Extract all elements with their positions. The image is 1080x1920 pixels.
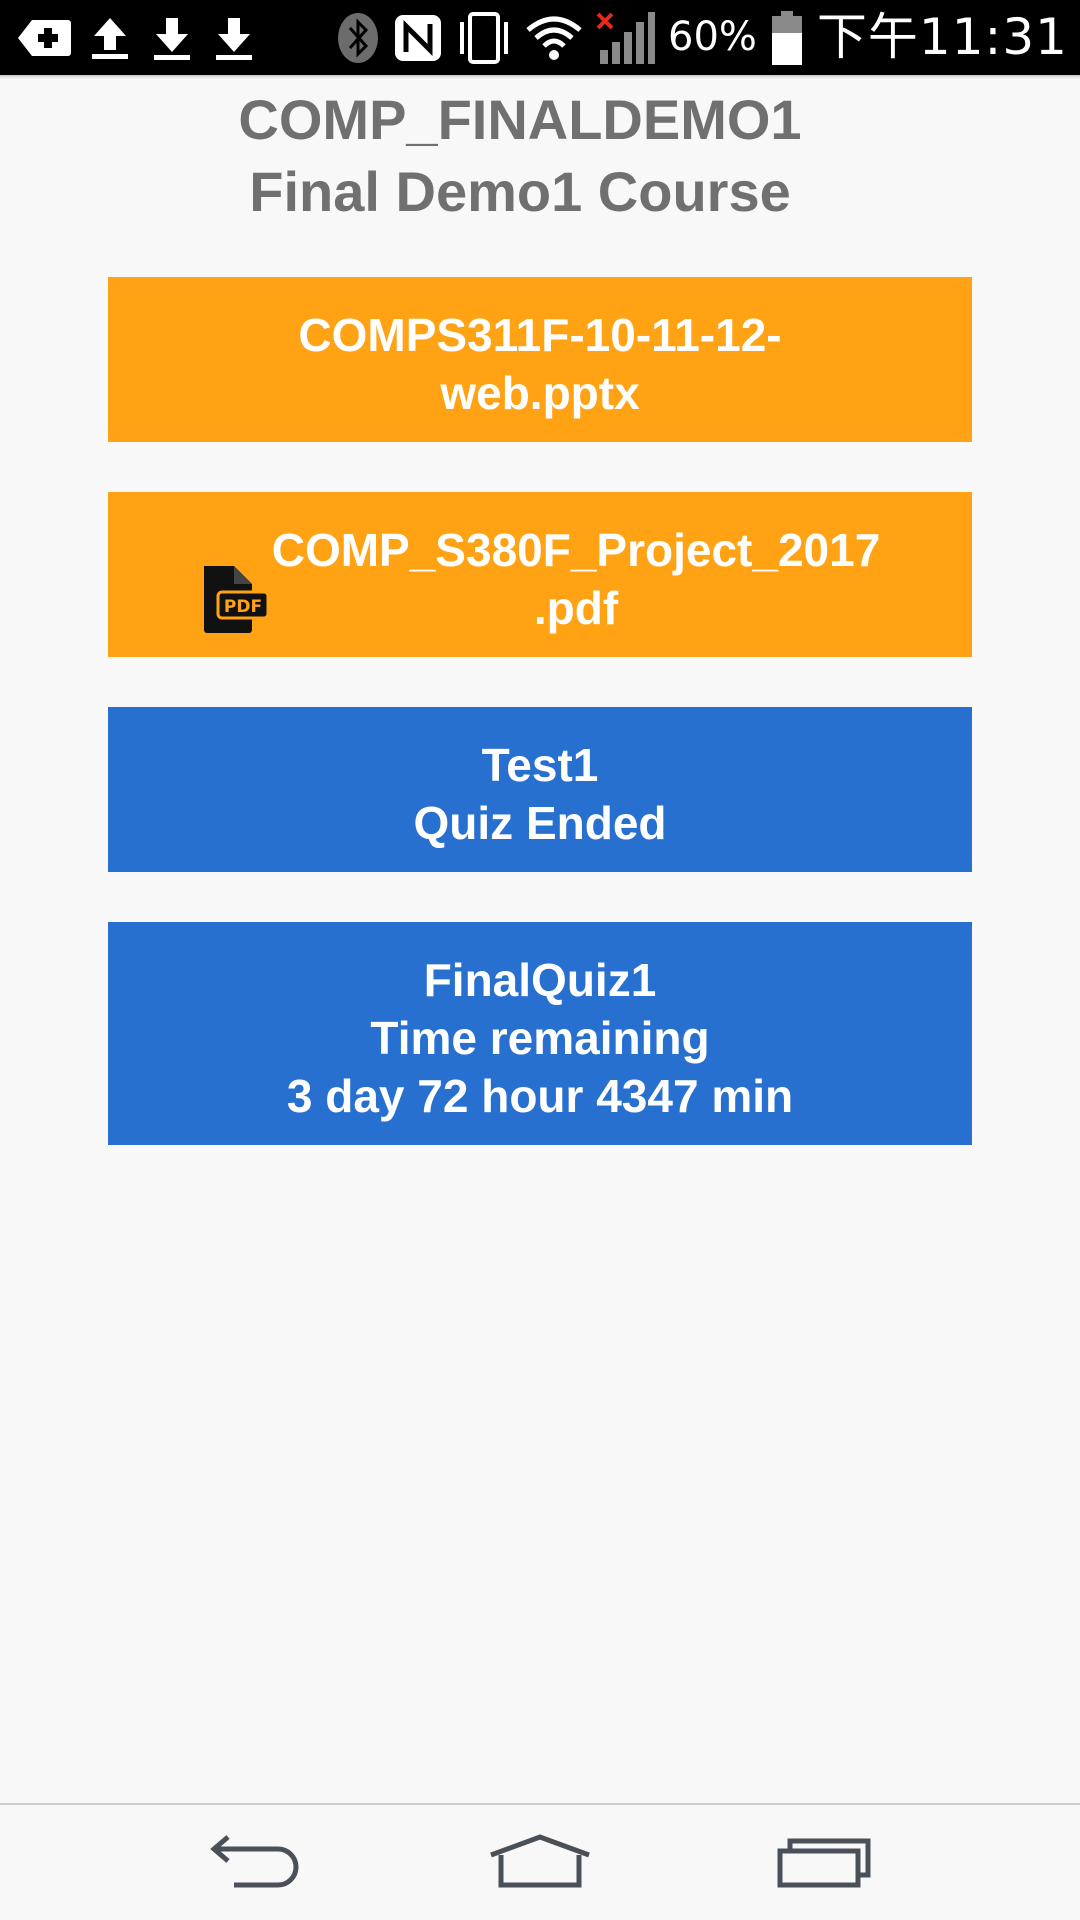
vibrate-icon <box>456 0 512 75</box>
quiz-time-remaining: 3 day 72 hour 4347 min <box>286 1069 794 1122</box>
file-name-line2: .pdf <box>533 581 619 634</box>
back-button[interactable] <box>166 1805 346 1920</box>
quiz-title: FinalQuiz1 <box>423 953 657 1006</box>
home-button[interactable] <box>450 1805 630 1920</box>
file-name-line2: web.pptx <box>440 366 640 419</box>
file-item-pptx[interactable]: COMPS311F-10-11-12- web.pptx <box>108 277 972 442</box>
home-icon <box>490 1833 590 1887</box>
download-icon <box>148 0 196 75</box>
download-icon <box>210 0 258 75</box>
course-name: Final Demo1 Course <box>249 160 791 223</box>
pdf-file-icon: PDF <box>203 565 270 633</box>
status-bar: 60% 下午11:31 <box>0 0 1080 75</box>
nfc-icon <box>392 0 444 75</box>
back-icon <box>210 1834 299 1887</box>
pdf-file-name: COMP_S380F_Project_2017 .pdf <box>272 521 881 637</box>
battery-icon <box>769 0 805 75</box>
recent-apps-button[interactable] <box>734 1805 914 1920</box>
status-bar-shadow <box>0 75 1080 79</box>
file-item-pdf[interactable]: PDF COMP_S380F_Project_2017 .pdf <box>108 492 972 657</box>
navigation-bar <box>0 1805 1080 1920</box>
bluetooth-icon <box>336 0 380 75</box>
system-icons: 60% 下午11:31 <box>336 0 1068 75</box>
clock: 下午11:31 <box>816 8 1068 66</box>
notification-icons <box>16 0 258 75</box>
svg-text:PDF: PDF <box>224 597 262 617</box>
file-name-line1: COMPS311F-10-11-12- <box>298 308 782 361</box>
file-name-line1: COMP_S380F_Project_2017 <box>271 523 881 576</box>
recent-apps-icon <box>777 1838 871 1887</box>
quiz-title: Test1 <box>481 738 599 791</box>
quiz-status: Time remaining <box>370 1011 710 1064</box>
upload-icon <box>86 0 134 75</box>
wifi-icon <box>524 0 584 75</box>
course-code: COMP_FINALDEMO1 <box>238 88 802 151</box>
pdf-row: PDF COMP_S380F_Project_2017 .pdf <box>108 521 972 637</box>
quiz-item-test1[interactable]: Test1 Quiz Ended <box>108 707 972 872</box>
add-notification-icon <box>16 0 72 75</box>
battery-percentage: 60% <box>668 14 757 60</box>
quiz-item-finalquiz1[interactable]: FinalQuiz1 Time remaining 3 day 72 hour … <box>108 922 972 1145</box>
course-header: COMP_FINALDEMO1 Final Demo1 Course <box>0 84 1080 228</box>
quiz-status: Quiz Ended <box>413 796 667 849</box>
signal-no-service-icon <box>596 0 656 75</box>
